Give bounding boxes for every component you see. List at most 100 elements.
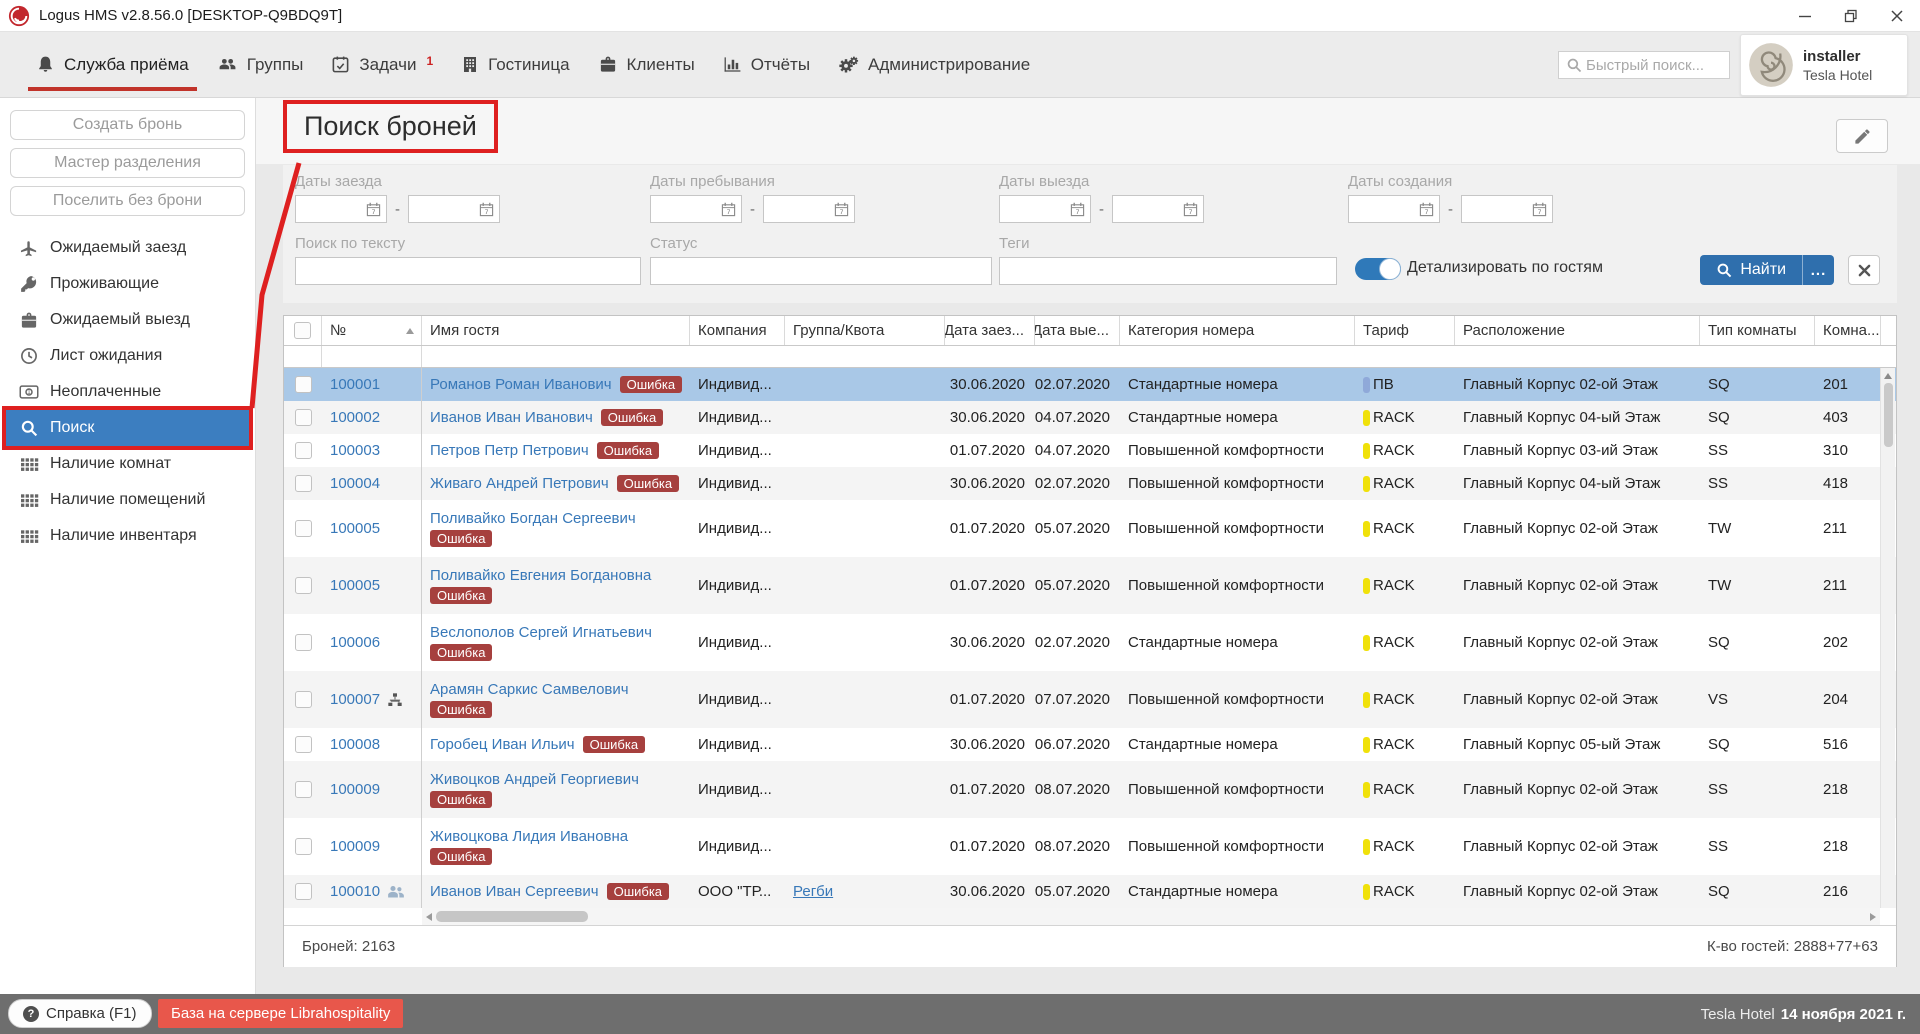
date-to-input[interactable]: 7	[408, 195, 500, 223]
close-button[interactable]	[1874, 0, 1920, 32]
sidebar-button[interactable]: Мастер разделения	[10, 148, 245, 178]
guest-name-link[interactable]: Веслополов Сергей Игнатьевич	[430, 624, 652, 641]
row-checkbox[interactable]	[295, 781, 312, 798]
user-card[interactable]: installer Tesla Hotel	[1740, 34, 1908, 96]
group-link[interactable]: Регби	[793, 883, 833, 900]
sidebar-item[interactable]: Ожидаемый заезд	[6, 230, 249, 266]
find-options-button[interactable]: ...	[1802, 255, 1834, 285]
sidebar-item[interactable]: Наличие комнат	[6, 446, 249, 482]
date-from-input[interactable]: 7	[295, 195, 387, 223]
column-header[interactable]: Тип комнаты	[1700, 316, 1815, 345]
sidebar-item[interactable]: 1Неоплаченные	[6, 374, 249, 410]
table-row[interactable]: 100002 Иванов Иван ИвановичОшибка Индиви…	[284, 401, 1896, 434]
row-checkbox[interactable]	[295, 883, 312, 900]
sidebar-button[interactable]: Поселить без брони	[10, 186, 245, 216]
guest-name-link[interactable]: Живоцкова Лидия Ивановна	[430, 828, 628, 845]
nav-tab[interactable]: Служба приёма	[22, 32, 203, 97]
database-server-button[interactable]: База на сервере Librahospitality	[158, 999, 403, 1028]
row-checkbox[interactable]	[295, 376, 312, 393]
row-checkbox[interactable]	[295, 691, 312, 708]
guest-name-link[interactable]: Арамян Саркис Самвелович	[430, 681, 629, 698]
table-row[interactable]: 100004 Живаго Андрей ПетровичОшибка Инди…	[284, 467, 1896, 500]
date-from-input[interactable]: 7	[650, 195, 742, 223]
horizontal-scrollbar[interactable]	[422, 908, 1880, 925]
booking-number-link[interactable]: 100008	[330, 736, 380, 753]
table-row[interactable]: 100003 Петров Петр ПетровичОшибка Индиви…	[284, 434, 1896, 467]
vertical-scrollbar[interactable]	[1880, 368, 1895, 908]
column-header[interactable]: Группа/Квота	[785, 316, 945, 345]
guest-name-link[interactable]: Живаго Андрей Петрович	[430, 475, 609, 492]
row-checkbox[interactable]	[295, 736, 312, 753]
sidebar-item[interactable]: Поиск	[6, 410, 249, 446]
date-from-input[interactable]: 7	[1348, 195, 1440, 223]
column-header[interactable]: №	[322, 316, 422, 345]
guest-name-link[interactable]: Поливайко Богдан Сергеевич	[430, 510, 636, 527]
row-checkbox[interactable]	[295, 442, 312, 459]
date-to-input[interactable]: 7	[1112, 195, 1204, 223]
booking-number-link[interactable]: 100007	[330, 691, 380, 708]
guest-name-link[interactable]: Живоцков Андрей Георгиевич	[430, 771, 639, 788]
clear-filters-button[interactable]	[1848, 255, 1880, 285]
guest-name-link[interactable]: Иванов Иван Иванович	[430, 409, 593, 426]
column-header[interactable]: Дата вые...	[1035, 316, 1120, 345]
table-row[interactable]: 100006 Веслополов Сергей ИгнатьевичОшибк…	[284, 614, 1896, 671]
row-checkbox[interactable]	[295, 475, 312, 492]
row-checkbox[interactable]	[295, 409, 312, 426]
sidebar-button[interactable]: Создать бронь	[10, 110, 245, 140]
booking-number-link[interactable]: 100004	[330, 475, 380, 492]
row-checkbox[interactable]	[295, 634, 312, 651]
sidebar-item[interactable]: Ожидаемый выезд	[6, 302, 249, 338]
guest-name-link[interactable]: Поливайко Евгения Богдановна	[430, 567, 651, 584]
column-header[interactable]: Компания	[690, 316, 785, 345]
nav-tab[interactable]: Группы	[203, 32, 318, 97]
nav-tab[interactable]: Отчёты	[709, 32, 824, 97]
nav-tab[interactable]: Администрирование	[824, 32, 1044, 97]
minimize-button[interactable]	[1782, 0, 1828, 32]
table-row[interactable]: 100009 Живоцкова Лидия ИвановнаОшибка Ин…	[284, 818, 1896, 875]
table-row[interactable]: 100010 Иванов Иван СергеевичОшибка ООО "…	[284, 875, 1896, 908]
date-from-input[interactable]: 7	[999, 195, 1091, 223]
row-checkbox[interactable]	[295, 520, 312, 537]
text-search-input[interactable]	[295, 257, 641, 285]
restore-button[interactable]	[1828, 0, 1874, 32]
guest-name-link[interactable]: Горобец Иван Ильич	[430, 736, 575, 753]
edit-button[interactable]	[1836, 119, 1888, 153]
sidebar-item[interactable]: Наличие инвентаря	[6, 518, 249, 554]
column-header[interactable]: Имя гостя	[422, 316, 690, 345]
guest-name-link[interactable]: Иванов Иван Сергеевич	[430, 883, 599, 900]
date-to-input[interactable]: 7	[1461, 195, 1553, 223]
booking-number-link[interactable]: 100005	[330, 577, 380, 594]
sidebar-item[interactable]: Проживающие	[6, 266, 249, 302]
nav-tab[interactable]: Гостиница	[447, 32, 583, 97]
nav-tab[interactable]: Клиенты	[584, 32, 709, 97]
status-input[interactable]	[650, 257, 992, 285]
booking-number-link[interactable]: 100009	[330, 781, 380, 798]
column-header[interactable]: Расположение	[1455, 316, 1700, 345]
table-row[interactable]: 100009 Живоцков Андрей ГеоргиевичОшибка …	[284, 761, 1896, 818]
table-row[interactable]: 100001 Романов Роман ИвановичОшибка Инди…	[284, 368, 1896, 401]
booking-number-link[interactable]: 100005	[330, 520, 380, 537]
tags-input[interactable]	[999, 257, 1337, 285]
sidebar-item[interactable]: Лист ожидания	[6, 338, 249, 374]
row-checkbox[interactable]	[295, 838, 312, 855]
quick-search-input[interactable]	[1586, 57, 1729, 74]
booking-number-link[interactable]: 100009	[330, 838, 380, 855]
column-header[interactable]: Комна...	[1815, 316, 1881, 345]
nav-tab[interactable]: Задачи1	[317, 32, 447, 97]
column-filter-row[interactable]	[284, 346, 1896, 368]
help-button[interactable]: ? Справка (F1)	[8, 999, 152, 1028]
table-row[interactable]: 100008 Горобец Иван ИльичОшибка Индивид.…	[284, 728, 1896, 761]
table-row[interactable]: 100005 Поливайко Богдан СергеевичОшибка …	[284, 500, 1896, 557]
column-header[interactable]: Дата заез...	[945, 316, 1035, 345]
booking-number-link[interactable]: 100001	[330, 376, 380, 393]
sidebar-item[interactable]: Наличие помещений	[6, 482, 249, 518]
column-header[interactable]: Категория номера	[1120, 316, 1355, 345]
column-header[interactable]: Тариф	[1355, 316, 1455, 345]
booking-number-link[interactable]: 100006	[330, 634, 380, 651]
booking-number-link[interactable]: 100002	[330, 409, 380, 426]
guest-name-link[interactable]: Романов Роман Иванович	[430, 376, 612, 393]
booking-number-link[interactable]: 100010	[330, 883, 380, 900]
table-row[interactable]: 100007 Арамян Саркис СамвеловичОшибка Ин…	[284, 671, 1896, 728]
detail-by-guests-toggle[interactable]	[1355, 258, 1401, 280]
booking-number-link[interactable]: 100003	[330, 442, 380, 459]
